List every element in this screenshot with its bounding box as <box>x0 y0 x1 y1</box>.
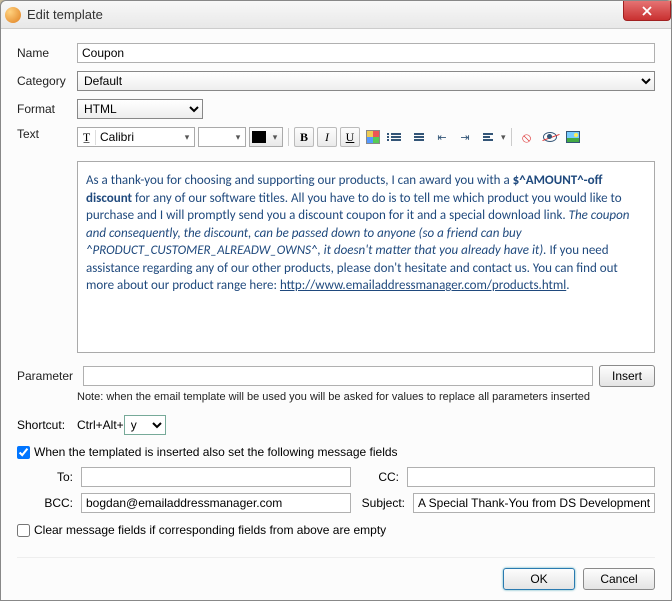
template-editor[interactable]: As a thank-you for choosing and supporti… <box>77 161 655 353</box>
window-title: Edit template <box>27 7 103 22</box>
text-label: Text <box>17 127 77 141</box>
separator <box>511 128 512 146</box>
increase-indent-button[interactable]: ⇥ <box>455 127 475 147</box>
numbered-list-icon <box>391 133 401 141</box>
insert-image-button[interactable] <box>563 127 583 147</box>
subject-input[interactable] <box>413 493 655 513</box>
align-icon <box>483 133 493 141</box>
parameter-input[interactable] <box>83 366 593 386</box>
cancel-button[interactable]: Cancel <box>583 568 655 590</box>
close-icon <box>642 6 652 16</box>
chevron-down-icon: ▾ <box>268 132 282 143</box>
set-fields-label: When the templated is inserted also set … <box>34 445 398 459</box>
indent-left-icon: ⇤ <box>437 131 446 144</box>
product-link[interactable]: http://www.emailaddressmanager.com/produ… <box>280 278 566 293</box>
clear-fields-checkbox[interactable] <box>17 524 30 537</box>
indent-right-icon: ⇥ <box>460 131 469 144</box>
separator <box>288 128 289 146</box>
insert-button[interactable]: Insert <box>599 365 655 387</box>
editor-toolbar: T̲ Calibri ▾ ▾ ▾ B I U ⇤ <box>77 127 583 147</box>
parameter-note: Note: when the email template will be us… <box>77 391 655 403</box>
clear-fields-label: Clear message fields if corresponding fi… <box>34 523 386 537</box>
decrease-indent-button[interactable]: ⇤ <box>432 127 452 147</box>
color-swatch-icon <box>252 131 266 143</box>
bcc-label: BCC: <box>33 496 73 510</box>
chevron-down-icon: ▾ <box>180 132 194 143</box>
parameter-label: Parameter <box>17 369 77 383</box>
close-button[interactable] <box>623 1 671 21</box>
remove-icon: ⦸ <box>522 129 531 146</box>
bold-button[interactable]: B <box>294 127 314 147</box>
font-family-select[interactable]: T̲ Calibri ▾ <box>77 127 195 147</box>
name-input[interactable] <box>77 43 655 63</box>
editor-content: As a thank-you for choosing and supporti… <box>86 172 646 295</box>
color-grid-icon <box>366 130 380 144</box>
bullet-list-button[interactable] <box>409 127 429 147</box>
align-button[interactable] <box>478 127 498 147</box>
cc-input[interactable] <box>407 467 655 487</box>
numbered-list-button[interactable] <box>386 127 406 147</box>
to-input[interactable] <box>81 467 351 487</box>
italic-button[interactable]: I <box>317 127 337 147</box>
remove-format-button[interactable]: ⦸ <box>517 127 537 147</box>
format-select[interactable]: HTML <box>77 99 203 119</box>
titlebar: Edit template <box>1 1 671 29</box>
shortcut-label: Shortcut: <box>17 418 77 432</box>
category-label: Category <box>17 74 77 88</box>
category-select[interactable]: Default <box>77 71 655 91</box>
align-dropdown[interactable]: ▾ <box>501 132 506 143</box>
font-color-select[interactable]: ▾ <box>249 127 283 147</box>
ok-button[interactable]: OK <box>503 568 575 590</box>
subject-label: Subject: <box>359 496 405 510</box>
picture-icon <box>566 131 580 143</box>
bcc-input[interactable] <box>81 493 351 513</box>
hide-preview-button[interactable] <box>540 127 560 147</box>
highlight-color-button[interactable] <box>363 127 383 147</box>
name-label: Name <box>17 46 77 60</box>
cc-label: CC: <box>359 470 399 484</box>
shortcut-key-select[interactable]: y <box>124 415 166 435</box>
app-icon <box>5 7 21 23</box>
format-label: Format <box>17 102 77 116</box>
eye-slash-icon <box>543 132 557 142</box>
shortcut-modifier: Ctrl+Alt+ <box>77 418 124 432</box>
set-fields-checkbox[interactable] <box>17 446 30 459</box>
font-size-select[interactable]: ▾ <box>198 127 246 147</box>
to-label: To: <box>33 470 73 484</box>
underline-button[interactable]: U <box>340 127 360 147</box>
bullet-list-icon <box>414 133 424 141</box>
chevron-down-icon: ▾ <box>231 132 245 143</box>
font-icon: T̲ <box>78 130 96 145</box>
